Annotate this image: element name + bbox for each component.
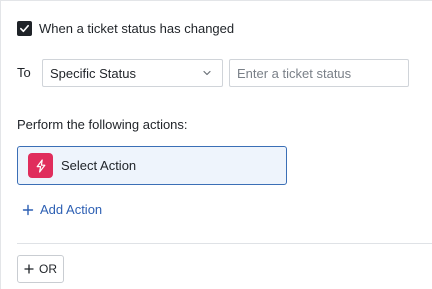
- action-icon-badge: [28, 153, 53, 178]
- status-type-value: Specific Status: [50, 65, 136, 81]
- automation-panel: When a ticket status has changed To Spec…: [0, 0, 432, 289]
- plus-icon: [22, 204, 34, 215]
- select-action-label: Select Action: [61, 158, 137, 173]
- actions-heading: Perform the following actions:: [17, 117, 188, 132]
- plus-icon: [24, 264, 34, 274]
- check-icon: [20, 24, 29, 33]
- or-button-label: OR: [39, 262, 57, 276]
- add-action-label: Add Action: [40, 202, 103, 217]
- or-button[interactable]: OR: [17, 255, 64, 283]
- chevron-down-icon: [203, 70, 211, 76]
- select-action-button[interactable]: Select Action: [17, 146, 287, 185]
- ticket-status-input[interactable]: [229, 59, 409, 87]
- lightning-icon: [36, 158, 45, 173]
- divider: [17, 243, 432, 244]
- trigger-row[interactable]: When a ticket status has changed: [17, 21, 234, 36]
- add-action-link[interactable]: Add Action: [22, 202, 102, 217]
- to-label: To: [17, 65, 31, 80]
- trigger-checkbox[interactable]: [17, 21, 32, 36]
- trigger-label: When a ticket status has changed: [39, 21, 235, 36]
- status-type-select[interactable]: Specific Status: [42, 59, 223, 87]
